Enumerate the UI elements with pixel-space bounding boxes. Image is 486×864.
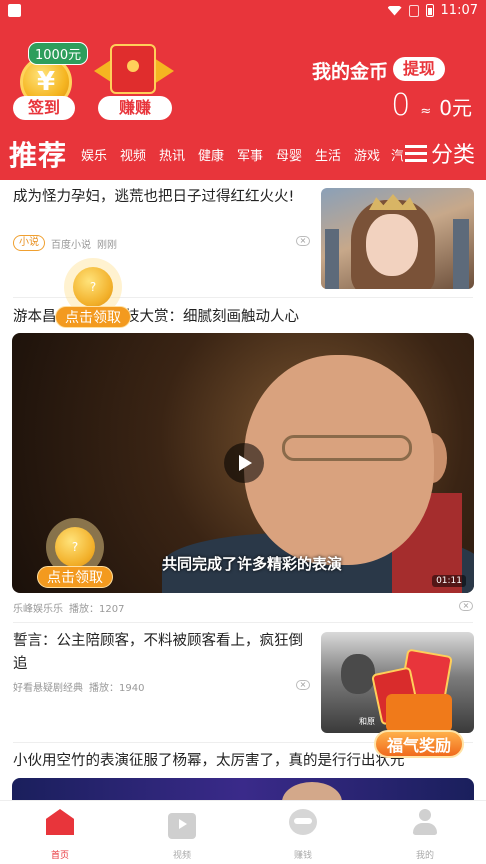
sign-in-widget[interactable]: ¥ 1000元 签到 xyxy=(12,40,90,120)
gift-box-icon xyxy=(386,694,452,732)
video-icon xyxy=(168,813,196,839)
app-header: 11:07 ¥ 1000元 签到 赚赚 我的金币 提现 0 ≈ 0元 推荐 娱乐… xyxy=(0,0,486,180)
earn-icon xyxy=(289,809,317,835)
bottom-navigation: 首页 视频 赚钱 我的 xyxy=(0,800,486,864)
home-icon xyxy=(46,809,74,835)
sign-in-amount-badge: 1000元 xyxy=(28,42,89,65)
coin-icon: ? xyxy=(55,527,95,567)
lucky-reward-widget[interactable]: 福气奖励 xyxy=(368,648,468,760)
withdraw-button[interactable]: 提现 xyxy=(393,57,445,81)
article-meta: 好看悬疑剧经典 播放：1940 xyxy=(13,679,144,694)
article-tag: 小说 xyxy=(13,235,45,251)
building-decoration xyxy=(453,219,469,289)
category-button[interactable]: 分类 xyxy=(405,137,475,169)
nav-label: 赚钱 xyxy=(293,851,312,861)
article-plays: 播放：1940 xyxy=(89,683,145,694)
nav-profile[interactable]: 我的 xyxy=(395,809,455,861)
my-coins-title: 我的金币 xyxy=(312,61,389,83)
no-sim-icon xyxy=(408,4,419,17)
profile-icon xyxy=(411,809,439,835)
play-icon[interactable] xyxy=(224,443,264,483)
article-meta: 乐峰娱乐乐 播放：1207 xyxy=(13,600,124,615)
building-decoration xyxy=(325,229,339,289)
red-envelope-icon xyxy=(110,44,156,94)
article-time: 刚刚 xyxy=(97,239,117,251)
claim-button[interactable]: 点击领取 xyxy=(55,306,131,328)
earn-button[interactable]: 赚赚 xyxy=(98,96,172,120)
tab-recommended[interactable]: 推荐 xyxy=(9,134,67,174)
article-title: 成为怪力孕妇，逃荒也把日子过得红红火火! xyxy=(13,189,295,205)
sign-in-button[interactable]: 签到 xyxy=(13,96,75,120)
article-source: 好看悬疑剧经典 xyxy=(13,683,83,694)
battery-icon xyxy=(425,4,434,17)
article-title-tail: 技大赏：细腻刻画触动人心 xyxy=(125,309,299,325)
coins-balance: 0 ≈ 0元 xyxy=(391,88,472,123)
close-icon[interactable]: × xyxy=(296,680,310,690)
earn-widget[interactable]: 赚赚 xyxy=(94,40,174,120)
article-meta: 小说 百度小说 刚刚 xyxy=(13,235,117,251)
nav-label: 首页 xyxy=(50,851,69,861)
nav-label: 视频 xyxy=(172,851,191,861)
article-title: 誓言：公主陪顾客，不料被顾客看上，疯狂倒追 xyxy=(13,633,303,672)
menu-icon xyxy=(405,144,427,162)
article-source: 乐峰娱乐乐 xyxy=(13,604,63,615)
close-icon[interactable]: × xyxy=(459,601,473,611)
thumbnail-figure xyxy=(282,782,342,800)
article-source: 百度小说 xyxy=(51,239,91,251)
tab-parenting[interactable]: 母婴 xyxy=(276,145,302,164)
crown-icon xyxy=(369,194,417,210)
nav-home[interactable]: 首页 xyxy=(30,809,90,861)
claim-button[interactable]: 点击领取 xyxy=(37,566,113,588)
wing-right-decoration xyxy=(154,58,174,84)
category-label: 分类 xyxy=(431,143,476,168)
tab-hot-news[interactable]: 热讯 xyxy=(159,145,185,164)
approx-sign: ≈ xyxy=(420,104,432,119)
article-plays: 播放：1207 xyxy=(69,604,125,615)
video-duration: 01:11 xyxy=(432,575,466,587)
claim-coin-widget[interactable]: ? 点击领取 xyxy=(37,518,113,596)
portrait-face xyxy=(366,214,418,276)
app-icon xyxy=(8,4,21,17)
tab-military[interactable]: 军事 xyxy=(237,145,263,164)
article-thumbnail xyxy=(321,188,474,289)
status-time: 11:07 xyxy=(440,3,478,18)
coin-count: 0 xyxy=(391,88,411,123)
tab-life[interactable]: 生活 xyxy=(315,145,341,164)
coin-icon: ? xyxy=(73,267,113,307)
divider xyxy=(13,622,473,623)
video-figure-glasses xyxy=(282,435,412,461)
tab-video[interactable]: 视频 xyxy=(120,145,146,164)
tab-games[interactable]: 游戏 xyxy=(354,145,380,164)
nav-video[interactable]: 视频 xyxy=(152,809,212,861)
tab-health[interactable]: 健康 xyxy=(198,145,224,164)
tab-entertainment[interactable]: 娱乐 xyxy=(81,145,107,164)
claim-coin-widget[interactable]: ? 点击领取 xyxy=(55,258,131,336)
tab-cars-truncated[interactable]: 汽 xyxy=(391,145,403,164)
nav-earn[interactable]: 赚钱 xyxy=(273,809,333,861)
lucky-reward-button[interactable]: 福气奖励 xyxy=(374,730,464,758)
coin-money-value: 0元 xyxy=(439,96,472,120)
category-tabs: 推荐 娱乐 视频 热讯 健康 军事 母婴 生活 游戏 汽 分类 xyxy=(0,134,486,172)
wifi-icon xyxy=(387,5,402,16)
video-subtitle: 共同完成了许多精彩的表演 xyxy=(162,555,343,573)
article-thumbnail xyxy=(12,778,474,800)
close-icon[interactable]: × xyxy=(296,236,310,246)
status-bar: 11:07 xyxy=(0,0,486,22)
nav-label: 我的 xyxy=(415,851,434,861)
